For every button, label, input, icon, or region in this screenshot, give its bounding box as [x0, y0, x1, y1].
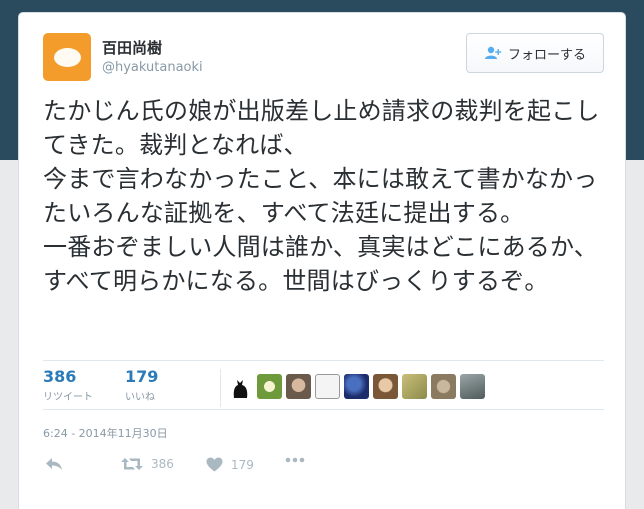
like-label: いいね: [125, 392, 155, 403]
default-egg-avatar-icon: [54, 48, 81, 67]
like-action-count: 179: [231, 457, 254, 472]
like-button[interactable]: 179: [206, 457, 254, 472]
follow-button-label: フォローする: [507, 47, 586, 63]
stats-divider-top: [43, 360, 604, 361]
stats-separator: [220, 369, 221, 407]
tweet-text: たかじん氏の娘が出版差し止め請求の裁判を起こしてきた。裁判となれば、 今まで言わ…: [43, 97, 600, 295]
heart-icon: [206, 457, 223, 472]
liker-avatar[interactable]: [402, 374, 427, 399]
retweet-icon: [121, 458, 143, 470]
liker-avatar[interactable]: [257, 374, 282, 399]
add-user-icon: [484, 46, 502, 59]
cat-silhouette-icon: [233, 380, 248, 398]
liker-avatar[interactable]: [286, 374, 311, 399]
display-name[interactable]: 百田尚樹: [102, 37, 162, 58]
screen-name[interactable]: @hyakutanaoki: [102, 60, 203, 75]
retweet-label: リツイート: [43, 392, 93, 403]
like-stat[interactable]: 179 いいね: [125, 367, 158, 403]
liker-avatar[interactable]: [344, 374, 369, 399]
liker-avatars: [228, 374, 485, 399]
retweet-count: 386: [43, 367, 77, 386]
reply-icon: [46, 458, 62, 470]
liker-avatar[interactable]: [460, 374, 485, 399]
tweet-card: 百田尚樹 @hyakutanaoki フォローする たかじん氏の娘が出版差し止め…: [18, 12, 626, 509]
liker-avatar[interactable]: [431, 374, 456, 399]
follow-button[interactable]: フォローする: [466, 33, 604, 73]
more-icon: [285, 457, 305, 463]
liker-avatar[interactable]: [373, 374, 398, 399]
retweet-stat[interactable]: 386 リツイート: [43, 367, 93, 403]
retweet-action-count: 386: [151, 457, 174, 471]
tweet-timestamp[interactable]: 6:24 - 2014年11月30日: [43, 425, 168, 441]
liker-avatar[interactable]: [228, 374, 253, 399]
like-count: 179: [125, 367, 159, 386]
reply-button[interactable]: [45, 457, 63, 471]
retweet-button[interactable]: 386: [121, 457, 174, 471]
liker-avatar[interactable]: [315, 374, 340, 399]
more-button[interactable]: [285, 457, 305, 463]
avatar[interactable]: [43, 33, 91, 81]
stats-divider-bottom: [43, 409, 604, 410]
